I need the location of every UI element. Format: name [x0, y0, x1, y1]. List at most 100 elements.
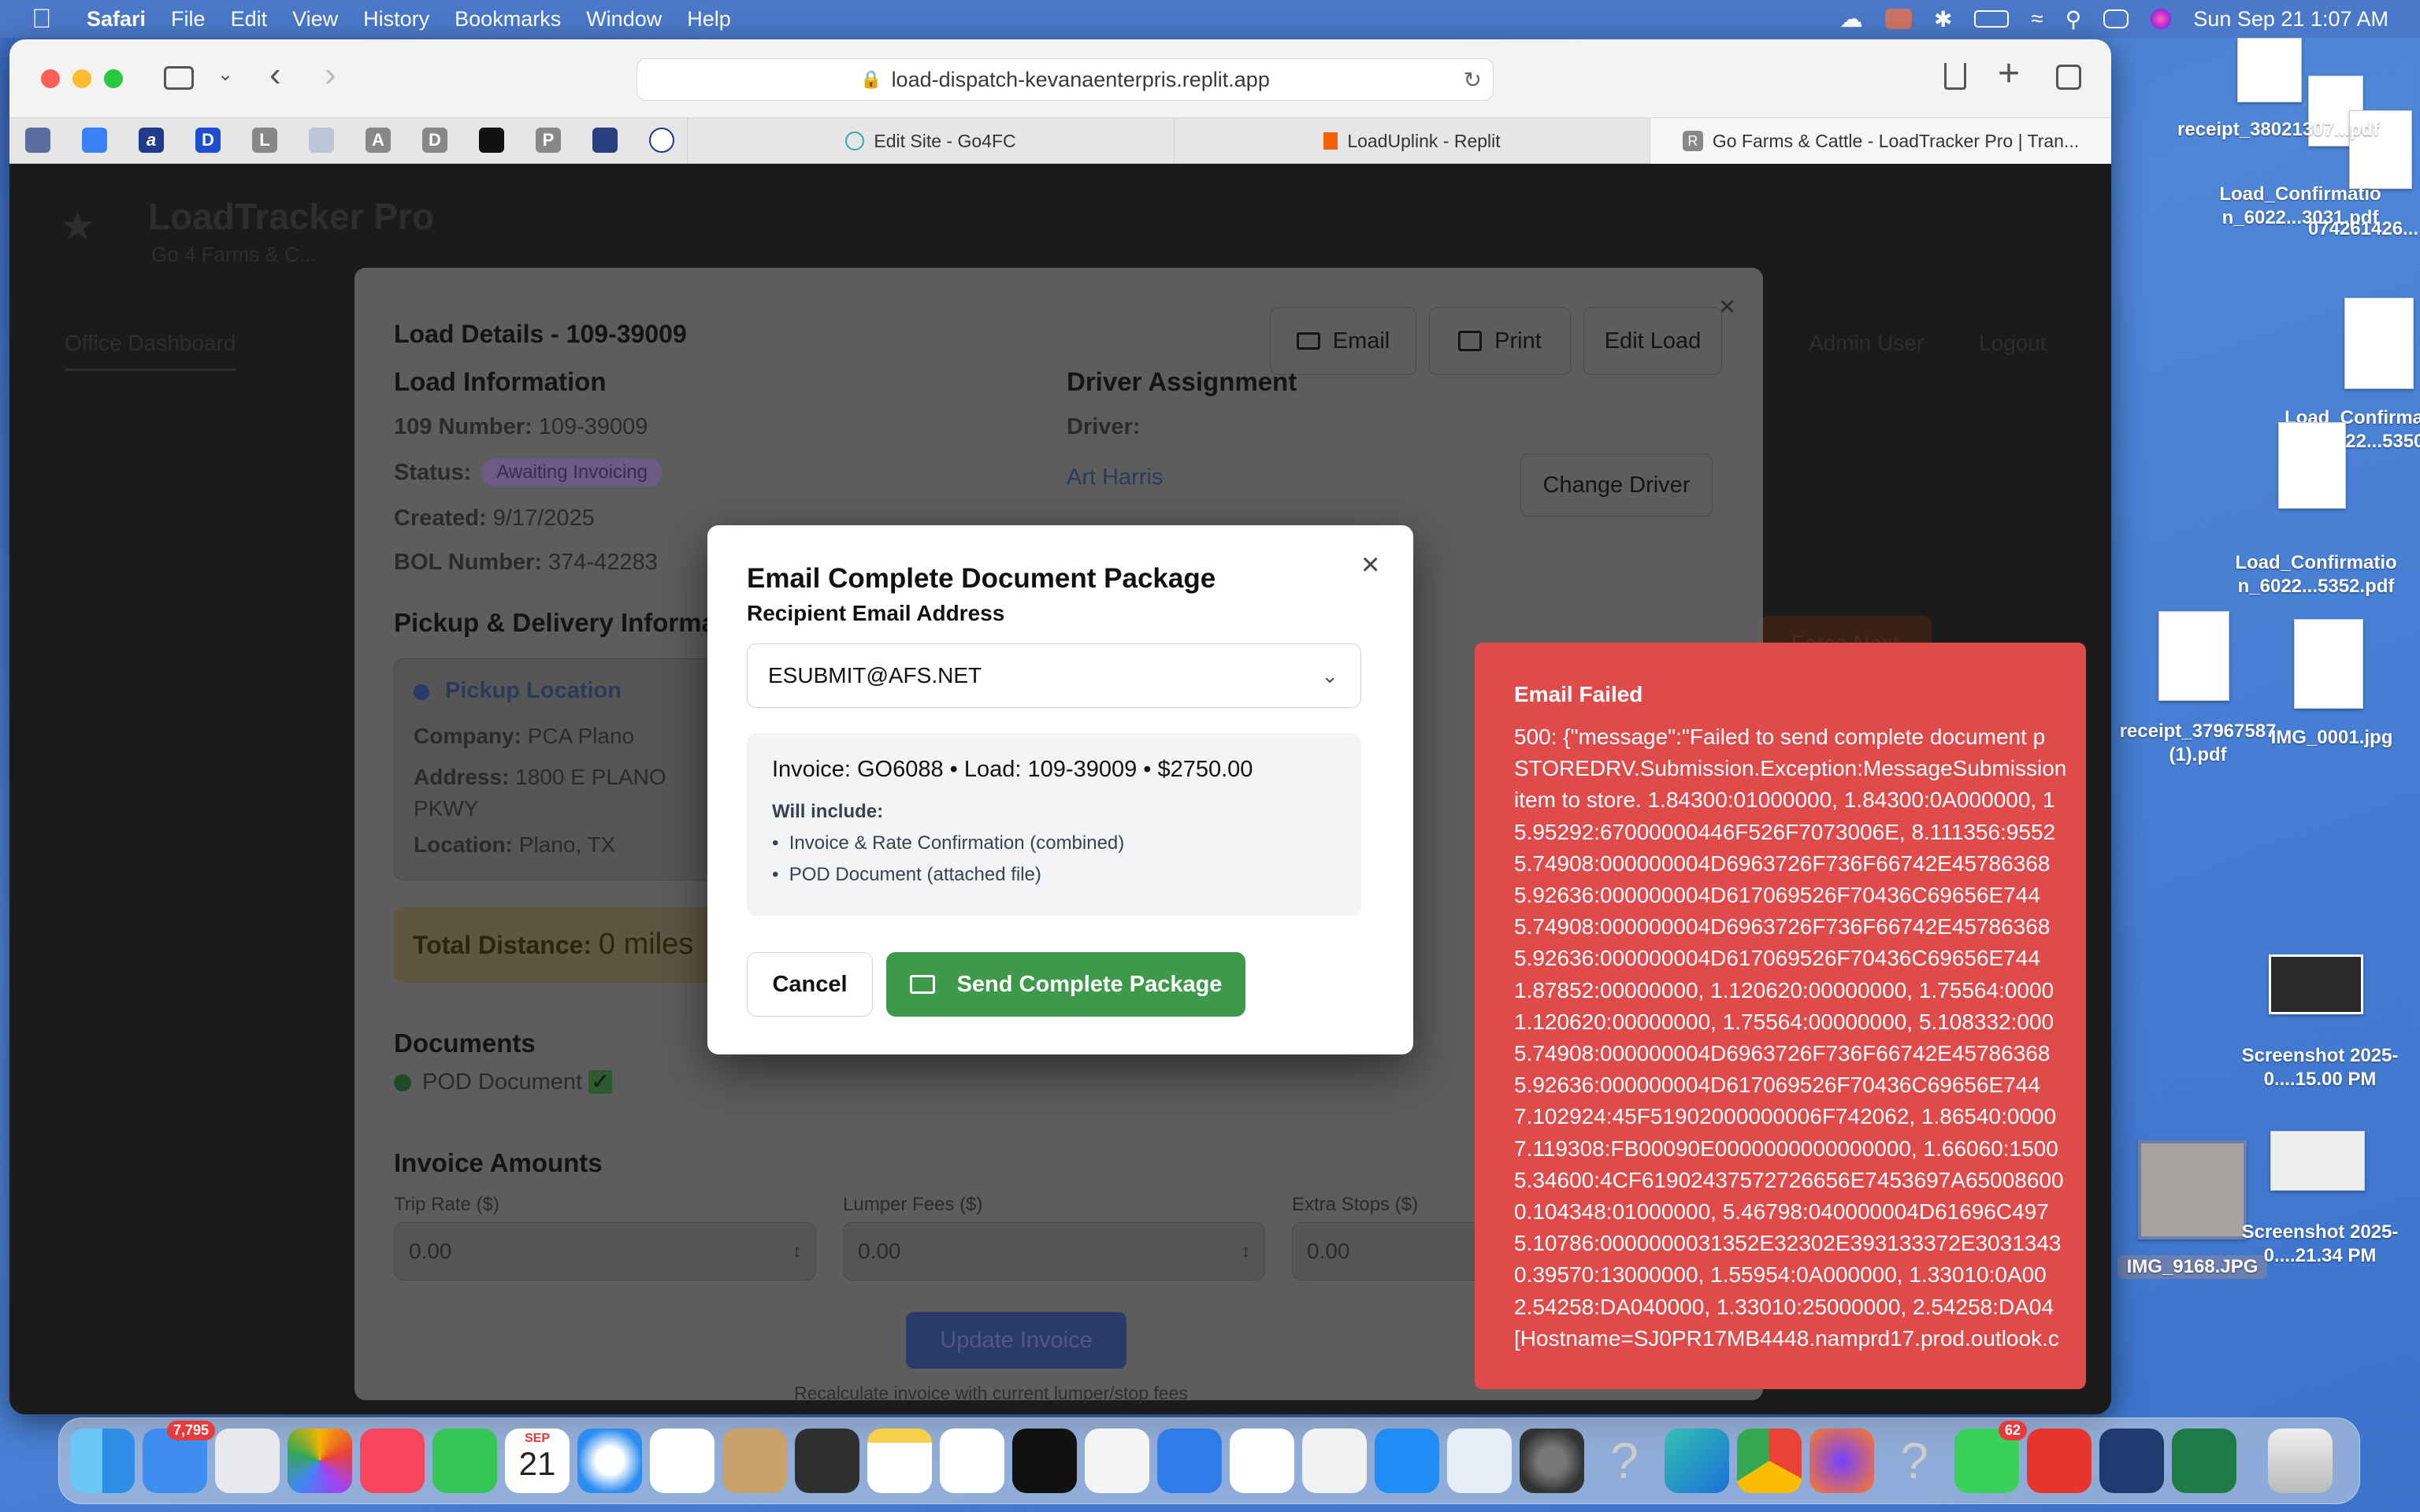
menu-file[interactable]: File [171, 7, 206, 32]
favorite-bookmark-1[interactable] [25, 128, 50, 153]
pdf-file-icon[interactable] [2278, 422, 2346, 509]
system-settings-icon[interactable] [1520, 1429, 1584, 1493]
menu-help[interactable]: Help [687, 7, 731, 32]
app-status-icon[interactable] [1884, 9, 1912, 29]
siri-icon[interactable] [2151, 9, 2172, 29]
address-bar[interactable]: 🔒 load-dispatch-kevanaenterpris.replit.a… [637, 58, 1494, 101]
menu-window[interactable]: Window [586, 7, 662, 32]
screenshot-file-icon[interactable] [2269, 954, 2363, 1014]
unknown-app-icon[interactable]: ? [1592, 1429, 1657, 1493]
desktop-file-screenshot-2134[interactable]: Screenshot 2025-0....21.34 PM [2221, 1221, 2418, 1268]
reminders-icon[interactable] [650, 1429, 714, 1493]
app-store-icon[interactable] [1375, 1429, 1439, 1493]
pdf-file-icon[interactable] [2158, 611, 2229, 701]
favorite-bookmark-8[interactable]: D [422, 128, 447, 153]
apple-tv-icon[interactable] [1012, 1429, 1077, 1493]
driver-name-link[interactable]: Art Harris [1067, 465, 1163, 491]
share-icon[interactable] [1944, 63, 1966, 90]
calendar-icon[interactable]: SEP 21 [505, 1429, 570, 1493]
safari-icon[interactable] [577, 1429, 642, 1493]
email-failed-toast[interactable]: Email Failed 500: {"message":"Failed to … [1475, 643, 2086, 1389]
menu-history[interactable]: History [363, 7, 429, 32]
menu-clock[interactable]: Sun Sep 21 1:07 AM [2193, 7, 2388, 32]
new-tab-icon[interactable]: + [1998, 52, 2020, 95]
stepper-icon[interactable]: ↕ [1242, 1241, 1250, 1262]
update-invoice-button[interactable]: Update Invoice [906, 1312, 1126, 1369]
photos-icon[interactable] [288, 1429, 352, 1493]
news-icon[interactable] [1085, 1429, 1149, 1493]
desktop-file-0742614[interactable]: 074261426... [2300, 217, 2420, 241]
xcode-icon[interactable] [1447, 1429, 1512, 1493]
tab-loadtracker[interactable]: R Go Farms & Cattle - LoadTracker Pro | … [1650, 118, 2111, 164]
pages-icon[interactable] [1302, 1429, 1367, 1493]
desktop-file-screenshot-1500[interactable]: Screenshot 2025-0....15.00 PM [2221, 1044, 2418, 1091]
stepper-icon[interactable]: ↕ [792, 1241, 801, 1262]
pdf-file-icon[interactable] [2344, 298, 2414, 389]
facetime-icon[interactable] [432, 1429, 497, 1493]
trip-rate-input[interactable]: 0.00 ↕ [394, 1222, 816, 1280]
back-button[interactable]: ‹ [269, 55, 281, 94]
close-window-button[interactable] [41, 69, 60, 88]
favorite-bookmark-3[interactable]: a [139, 128, 164, 153]
favorite-bookmark-9[interactable] [479, 128, 504, 153]
finder-icon[interactable] [70, 1429, 135, 1493]
notes-icon[interactable] [867, 1429, 932, 1493]
music-icon[interactable] [360, 1429, 425, 1493]
menu-bookmarks[interactable]: Bookmarks [455, 7, 561, 32]
aperture-app-icon[interactable] [2099, 1429, 2164, 1493]
email-button[interactable]: Email [1270, 307, 1416, 375]
logout-button[interactable]: Logout [1979, 331, 2047, 356]
contacts-icon[interactable] [722, 1429, 787, 1493]
recipient-email-select[interactable]: ESUBMIT@AFS.NET ⌄ [747, 643, 1361, 708]
bluetooth-icon[interactable]: ✱ [1934, 6, 1952, 32]
chrome-icon[interactable] [1737, 1429, 1802, 1493]
favorite-bookmark-10[interactable]: P [536, 128, 561, 153]
close-dialog-icon[interactable]: × [1361, 547, 1379, 583]
change-driver-button[interactable]: Change Driver [1520, 454, 1713, 517]
freeform-icon[interactable] [940, 1429, 1004, 1493]
mail-icon[interactable]: 7,795 [143, 1421, 215, 1493]
numbers-icon[interactable] [1230, 1429, 1294, 1493]
favorite-bookmark-4[interactable]: D [195, 128, 221, 153]
image-file-icon[interactable] [2294, 619, 2363, 709]
spotlight-search-icon[interactable]: ⚲ [2066, 6, 2082, 32]
menu-view[interactable]: View [292, 7, 338, 32]
forward-button[interactable]: › [325, 55, 336, 94]
tab-overview-icon[interactable] [2056, 65, 2081, 90]
keynote-icon[interactable] [1157, 1429, 1222, 1493]
favorite-bookmark-2[interactable] [82, 128, 107, 153]
battery-icon[interactable] [1974, 10, 2010, 28]
firefox-icon[interactable] [1809, 1429, 1874, 1493]
favorite-bookmark-11[interactable] [592, 128, 618, 153]
pdf-file-icon[interactable] [2237, 38, 2302, 102]
desktop-file-load-conf-5352[interactable]: Load_Confirmatio n_6022...5352.pdf [2221, 551, 2411, 598]
apple-menu-icon[interactable]:  [32, 4, 63, 35]
admin-user-label[interactable]: Admin User [1809, 331, 1924, 356]
favorite-bookmark-7[interactable]: A [366, 128, 391, 153]
excel-icon[interactable] [2172, 1429, 2236, 1493]
tab-loaduplink-replit[interactable]: LoadUplink - Replit [1174, 118, 1650, 164]
screenshot-file-icon[interactable] [2270, 1131, 2365, 1191]
messages-icon[interactable]: 62 [1954, 1421, 2027, 1493]
launchpad-icon[interactable] [215, 1429, 280, 1493]
unknown-app-icon[interactable]: ? [1882, 1429, 1947, 1493]
favorite-bookmark-5[interactable]: L [252, 128, 277, 153]
cancel-button[interactable]: Cancel [747, 952, 873, 1017]
tab-office-dashboard[interactable]: Office Dashboard [65, 331, 236, 371]
edit-load-button[interactable]: Edit Load [1583, 307, 1722, 375]
print-button[interactable]: Print [1429, 307, 1571, 375]
tab-go4fc[interactable]: Edit Site - Go4FC [687, 118, 1174, 164]
zoom-window-button[interactable] [104, 69, 123, 88]
desktop-file-receipt-3802[interactable]: receipt_38021307...pdf [2177, 118, 2379, 142]
calculator-icon[interactable] [795, 1429, 859, 1493]
tab-group-chevron-icon[interactable]: ⌄ [217, 63, 233, 86]
favorite-bookmark-6[interactable] [309, 128, 334, 153]
sidebar-toggle-icon[interactable] [164, 66, 194, 90]
lumper-fees-input[interactable]: 0.00 ↕ [843, 1222, 1265, 1280]
reload-icon[interactable]: ↻ [1464, 67, 1482, 93]
icloud-icon[interactable]: ☁ [1839, 6, 1863, 33]
menu-app-name[interactable]: Safari [87, 7, 146, 32]
edge-icon[interactable] [1665, 1429, 1729, 1493]
favorite-bookmark-12[interactable] [649, 128, 674, 153]
creative-cloud-icon[interactable] [2027, 1429, 2092, 1493]
